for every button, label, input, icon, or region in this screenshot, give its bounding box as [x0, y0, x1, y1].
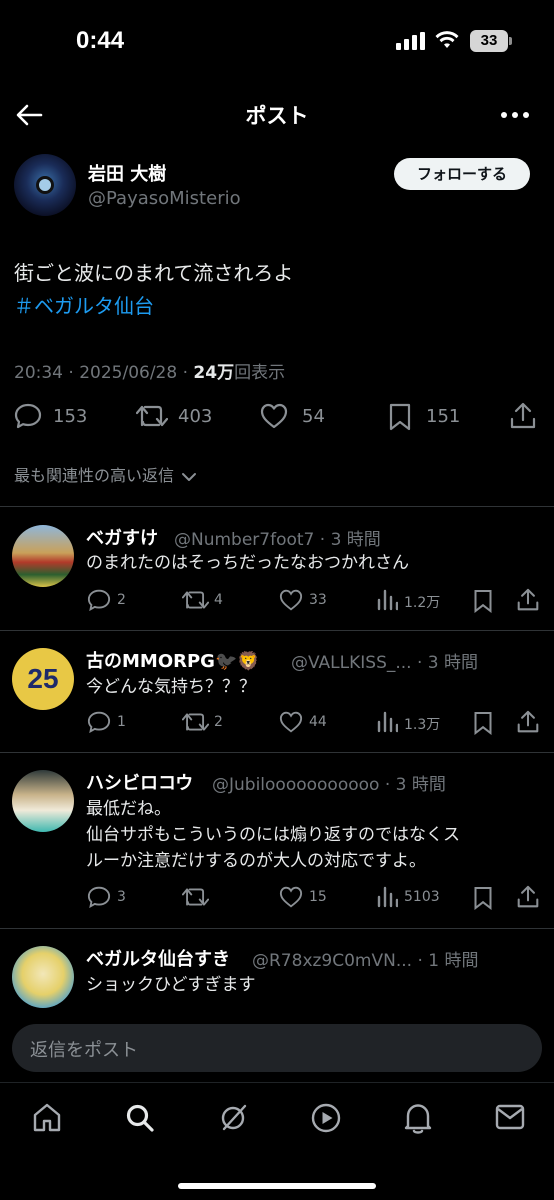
cellular-signal-icon [396, 32, 426, 50]
author-handle[interactable]: @PayasoMisterio [88, 188, 241, 209]
divider [0, 506, 554, 507]
view-count: 1.2万 [404, 595, 441, 611]
post-meta: 20:34 · 2025/06/28 · 24万回表示 [14, 358, 285, 383]
home-icon[interactable] [31, 1102, 63, 1138]
reply-avatar[interactable] [12, 770, 74, 832]
reply-icon[interactable] [14, 403, 42, 429]
reply-icon[interactable] [87, 886, 111, 908]
post-view-count: 24万 [193, 363, 235, 383]
follow-button[interactable]: フォローする [394, 158, 530, 190]
repost-count: 2 [214, 714, 223, 730]
like-icon[interactable] [279, 886, 303, 908]
reply-icon[interactable] [87, 589, 111, 611]
like-icon[interactable] [260, 403, 288, 429]
reply-author-handle[interactable]: @Jubilooooooooooo · 3 時間 [212, 770, 446, 795]
post-timestamp: 20:34 · 2025/06/28 · [14, 363, 194, 383]
reply-sort-label: 最も関連性の高い返信 [14, 466, 175, 485]
post-hashtag-link[interactable]: ＃ベガルタ仙台 [14, 290, 154, 319]
reply-author-handle[interactable]: @R78xz9C0mVN... · 1 時間 [252, 946, 478, 971]
reply-author-name[interactable]: ベガルタ仙台すき [86, 945, 230, 971]
views-icon[interactable] [376, 886, 398, 908]
reply-avatar[interactable] [12, 946, 74, 1008]
share-icon[interactable] [517, 710, 539, 734]
like-count: 33 [309, 592, 327, 608]
grok-icon[interactable] [216, 1101, 250, 1139]
share-icon[interactable] [510, 402, 536, 430]
repost-count: 4 [214, 592, 223, 608]
views-icon[interactable] [376, 589, 398, 611]
share-icon[interactable] [517, 885, 539, 909]
video-icon[interactable] [309, 1101, 343, 1139]
reply-text: のまれたのはそっちだったなおつかれさん [86, 553, 409, 573]
view-count: 1.3万 [404, 717, 441, 733]
post-text: 街ごと波にのまれて流されろよ [14, 261, 294, 285]
like-icon[interactable] [279, 589, 303, 611]
reply-author-name[interactable]: ベガすけ [86, 524, 158, 550]
repost-icon[interactable] [182, 589, 209, 611]
reply-text: ショックひどすぎます [86, 975, 256, 995]
more-options-icon[interactable] [500, 104, 530, 126]
wifi-icon [435, 30, 459, 50]
author-name[interactable]: 岩田 大樹 [88, 160, 166, 186]
reply-count: 153 [53, 406, 88, 427]
repost-icon[interactable] [136, 403, 168, 429]
reply-text: 最低だね。 [86, 799, 171, 819]
reply-text-line-3: ルーか注意だけするのが大人の対応ですよ。 [86, 851, 426, 871]
home-indicator [178, 1183, 376, 1189]
reply-sort-dropdown[interactable]: 最も関連性の高い返信 [14, 462, 197, 486]
reply-text: 今どんな気持ち？？？ [86, 677, 256, 697]
reply-text-line-2: 仙台サポもこういうのには煽り返すのではなくス [86, 825, 460, 845]
reply-author-name[interactable]: 古のMMORPG🐦‍⬛🦁 [86, 647, 260, 673]
reply-author-handle[interactable]: @VALLKISS_... · 3 時間 [291, 648, 478, 673]
reply-count: 2 [117, 592, 126, 608]
status-time: 0:44 [76, 27, 125, 54]
reply-compose-placeholder: 返信をポスト [30, 1040, 138, 1061]
share-icon[interactable] [517, 588, 539, 612]
reply-avatar[interactable]: 25 [12, 648, 74, 710]
reply-author-name[interactable]: ハシビロコウ [86, 769, 193, 795]
reply-count: 3 [117, 889, 126, 905]
divider [0, 752, 554, 753]
like-count: 44 [309, 714, 327, 730]
author-avatar[interactable] [14, 154, 76, 216]
like-count: 54 [302, 406, 325, 427]
divider [0, 928, 554, 929]
repost-count: 403 [178, 406, 213, 427]
like-icon[interactable] [279, 711, 303, 733]
page-title: ポスト [245, 104, 309, 128]
reply-count: 1 [117, 714, 126, 730]
reply-icon[interactable] [87, 711, 111, 733]
search-icon[interactable] [124, 1102, 156, 1138]
like-count: 15 [309, 889, 327, 905]
divider [0, 630, 554, 631]
messages-icon[interactable] [494, 1103, 526, 1135]
views-icon[interactable] [376, 711, 398, 733]
battery-indicator: 33 [470, 30, 508, 52]
repost-icon[interactable] [182, 886, 209, 908]
repost-icon[interactable] [182, 711, 209, 733]
reply-avatar[interactable] [12, 525, 74, 587]
bookmark-icon[interactable] [473, 711, 493, 735]
bookmark-icon[interactable] [473, 589, 493, 613]
post-views-label: 回表示 [234, 363, 286, 383]
view-count: 5103 [404, 889, 440, 905]
bookmark-icon[interactable] [473, 886, 493, 910]
reply-author-handle[interactable]: @Number7foot7 · 3 時間 [174, 525, 381, 550]
battery-tip [509, 37, 512, 45]
chevron-down-icon [182, 472, 197, 481]
bookmark-icon[interactable] [388, 403, 412, 431]
notifications-icon[interactable] [402, 1101, 434, 1139]
bookmark-count: 151 [426, 406, 461, 427]
